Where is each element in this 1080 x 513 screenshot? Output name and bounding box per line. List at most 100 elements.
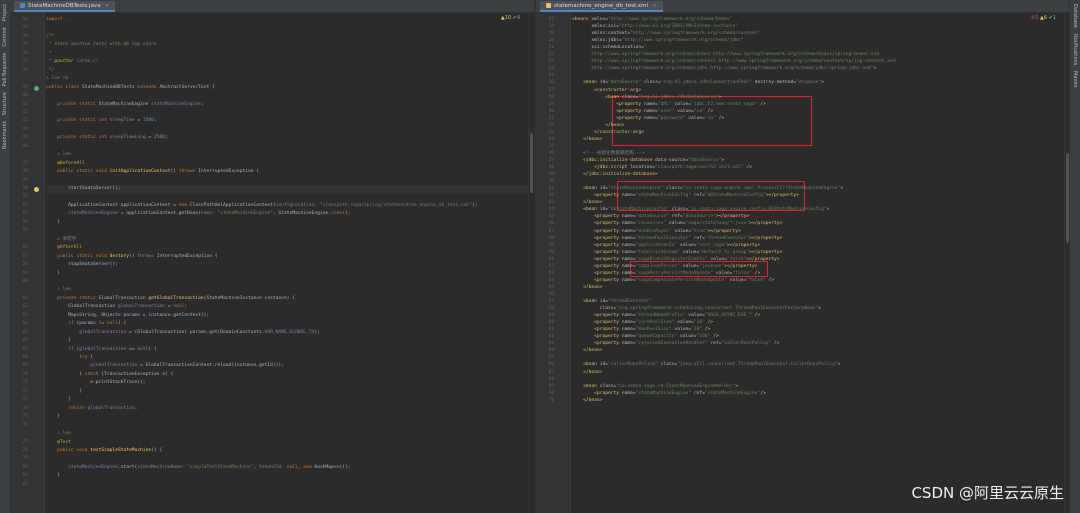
code-line[interactable]: 69 globalTransaction = GlobalTransaction… [22, 362, 528, 370]
code-line[interactable]: 61 <property name="maxPoolSize" value="2… [548, 326, 1064, 333]
code-line[interactable]: 52 ApplicationContext applicationContext… [22, 202, 528, 210]
code-line[interactable]: 66 <bean id="callerRunsPolicy" class="ja… [548, 361, 1064, 368]
code-line[interactable]: 40 [22, 92, 528, 100]
code-line[interactable]: 35 [548, 143, 1064, 150]
tool-window-bookmarks[interactable]: Bookmarks [2, 121, 8, 149]
code-line[interactable]: 57 public static void destory() throws I… [22, 253, 528, 261]
xml-editor[interactable]: 17 <beans xmlns="http://www.springframewo… [536, 13, 1070, 513]
code-line[interactable]: 64 </bean> [548, 347, 1064, 354]
code-line[interactable]: 60 [22, 278, 528, 286]
code-line[interactable]: ♙ lee [46, 286, 528, 294]
code-line[interactable]: 67 if (globalTransaction == null) { [22, 346, 528, 354]
code-line[interactable]: 47 <property name="enableAsync" value="t… [548, 228, 1064, 235]
code-line[interactable]: 26 <bean id="dataSource" class="org.h2.j… [548, 79, 1064, 86]
code-line[interactable]: 71 e.printStackTrace(); [22, 379, 528, 387]
code-line[interactable]: 69 <bean class="io.seata.saga.rm.StateMa… [548, 383, 1064, 390]
tool-window-commit[interactable]: Commit [2, 27, 8, 47]
code-line[interactable]: 43 </bean> [548, 199, 1064, 206]
code-line[interactable]: 46 [22, 143, 528, 151]
code-line[interactable]: 52 <property name="sagaJsonParser" value… [548, 263, 1064, 270]
tool-window-project[interactable]: Project [2, 4, 8, 21]
code-line[interactable]: 50 startSeataServer(); [22, 185, 528, 193]
code-line[interactable]: 23 http://www.springframework.org/schema… [548, 58, 1064, 65]
code-line[interactable]: 33 [22, 24, 528, 32]
code-line[interactable]: ♙ lee +6 [46, 75, 528, 83]
code-line[interactable]: 57 <bean id="threadExecutor" [548, 298, 1064, 305]
vertical-scrollbar[interactable] [528, 13, 534, 513]
code-line[interactable]: 20 xmlns:jdbc="http://www.springframewor… [548, 37, 1064, 44]
code-line[interactable]: 43 private static int sleepTime = 1500; [22, 117, 528, 125]
code-line[interactable]: 44 <bean id="dbStateMachineConfig" class… [548, 206, 1064, 213]
close-icon[interactable]: × [105, 3, 110, 9]
tab-xml-file[interactable]: statemachine_engine_db_test.xml × [540, 1, 663, 12]
code-line[interactable]: 44 [22, 126, 528, 134]
code-line[interactable]: 74 return globalTransaction; [22, 405, 528, 413]
java-editor[interactable]: 14 import ... 33 34 /** 35 * State machine te… [10, 13, 534, 513]
code-line[interactable]: 36 <!-- 初始化数据库结构 --> [548, 150, 1064, 157]
code-line[interactable]: 67 </bean> [548, 369, 1064, 376]
code-line[interactable]: 70 } catch (TransactionException e) { [22, 371, 528, 379]
code-line[interactable]: 73 } [22, 396, 528, 404]
code-line[interactable]: 19 xmlns:context="http://www.springframe… [548, 30, 1064, 37]
code-line[interactable]: 37 <jdbc:initialize-database data-source… [548, 157, 1064, 164]
code-line[interactable]: 65 [548, 354, 1064, 361]
code-line[interactable]: 81 } [22, 472, 528, 480]
code-line[interactable]: 66 } [22, 337, 528, 345]
code-line[interactable]: 77 @Test [22, 439, 528, 447]
code-line[interactable]: 51 <property name="sagaBranchRegisterEna… [548, 256, 1064, 263]
code-line[interactable]: 35 * State machine tests with db log sto… [22, 41, 528, 49]
code-line[interactable]: 33 </constructor-arg> [548, 129, 1064, 136]
code-line[interactable]: 47 @BeforeAll [22, 160, 528, 168]
code-line[interactable]: 61 private static GlobalTransaction getG… [22, 295, 528, 303]
code-line[interactable]: 63 <property name="rejectedExecutionHand… [548, 340, 1064, 347]
code-line[interactable]: 53 <property name="sagaRetryPersistModeU… [548, 270, 1064, 277]
code-line[interactable]: 58 stopSeataServer(); [22, 261, 528, 269]
tool-window-structure[interactable]: Structure [2, 92, 8, 115]
code-line[interactable]: 39 </jdbc:initialize-database> [548, 171, 1064, 178]
code-line[interactable]: 59 <property name="threadNamePrefix" val… [548, 312, 1064, 319]
code-line[interactable]: 42 [22, 109, 528, 117]
xml-code-area[interactable]: 17 <beans xmlns="http://www.springframewo… [548, 13, 1064, 513]
code-line[interactable]: 48 <property name="threadPoolExecutor" r… [548, 235, 1064, 242]
code-line[interactable]: 17 <beans xmlns="http://www.springframewo… [548, 16, 1064, 23]
code-line[interactable]: 59 } [22, 270, 528, 278]
code-line[interactable]: 14 import ... [22, 16, 528, 24]
code-line[interactable]: 71 </bean> [548, 397, 1064, 404]
code-line[interactable]: 72 } [22, 388, 528, 396]
code-line[interactable]: 68 try { [22, 354, 528, 362]
tool-window-database[interactable]: Database [1072, 4, 1078, 28]
code-line[interactable]: 64 if (params != null) { [22, 320, 528, 328]
code-line[interactable]: 21 xsi:schemaLocation=" [548, 44, 1064, 51]
code-line[interactable]: 62 <property name="queueCapacity" value=… [548, 333, 1064, 340]
code-line[interactable]: 37 * @author lorne.cl [22, 58, 528, 66]
code-line[interactable]: 45 <property name="dataSource" ref="data… [548, 213, 1064, 220]
code-line[interactable]: 38 */ [22, 67, 528, 75]
code-line[interactable]: 25 [548, 72, 1064, 79]
code-line[interactable]: 41 <bean id="stateMachineEngine" class="… [548, 185, 1064, 192]
close-icon[interactable]: × [652, 3, 657, 9]
code-line[interactable]: 42 <property name="stateMachineConfig" r… [548, 192, 1064, 199]
code-line[interactable]: 68 [548, 376, 1064, 383]
code-line[interactable]: ♙ 季宏宇 [46, 236, 528, 244]
code-line[interactable]: 31 <property name="password" value="sa" … [548, 115, 1064, 122]
code-line[interactable]: 36 * [22, 50, 528, 58]
code-line[interactable]: 80 stateMachineEngine.start(stateMachine… [22, 464, 528, 472]
code-line[interactable]: 54 } [22, 219, 528, 227]
code-line[interactable]: 48 public static void initApplicationCon… [22, 168, 528, 176]
code-line[interactable]: 63 Map<String, Object> params = instance… [22, 312, 528, 320]
code-line[interactable]: 51 [22, 193, 528, 201]
tool-window-pull-requests[interactable]: Pull Requests [2, 53, 8, 86]
code-line[interactable]: 49 [22, 177, 528, 185]
code-line[interactable]: 32 </bean> [548, 122, 1064, 129]
code-line[interactable]: 45 private static int sleepTimeLong = 25… [22, 134, 528, 142]
code-line[interactable]: 70 <property name="stateMachineEngine" r… [548, 390, 1064, 397]
code-line[interactable]: 54 <property name="sagaCompensatePersist… [548, 277, 1064, 284]
code-line[interactable]: 50 <property name="txServiceGroup" value… [548, 249, 1064, 256]
code-line[interactable]: 55 [22, 227, 528, 235]
tool-window-notifications[interactable]: Notifications [1072, 34, 1078, 65]
code-line[interactable]: 28 <bean class="org.h2.jdbcx.JdbcDataSou… [548, 94, 1064, 101]
code-line[interactable]: 38 <jdbc:script location="classpath:saga… [548, 164, 1064, 171]
code-line[interactable]: 18 xmlns:xsi="http://www.w3.org/2001/XML… [548, 23, 1064, 30]
code-line[interactable]: 82 [22, 481, 528, 489]
code-line[interactable]: 49 <property name="applicationId" value=… [548, 242, 1064, 249]
